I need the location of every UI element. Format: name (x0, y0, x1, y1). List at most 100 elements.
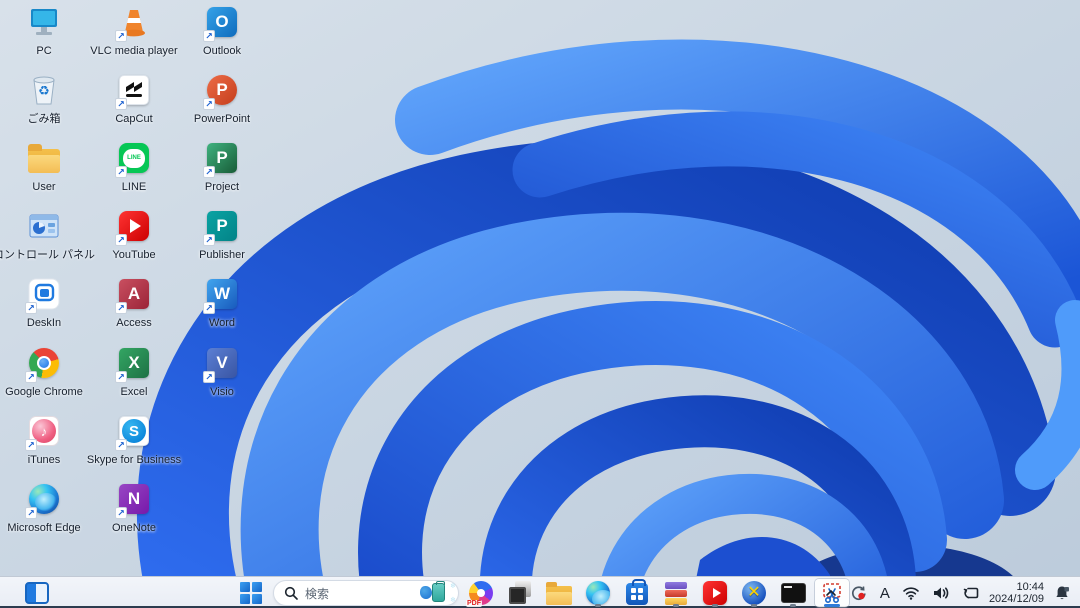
shortcut-arrow-icon: ↗ (203, 98, 215, 110)
desktop-icon-label: Word (208, 317, 236, 329)
desktop-icon-word[interactable]: W ↗ Word (167, 274, 277, 330)
onenote-icon: N ↗ (114, 479, 154, 519)
suitcase-icon (432, 581, 445, 602)
shortcut-arrow-icon: ↗ (25, 371, 37, 383)
shortcut-arrow-icon: ↗ (25, 507, 37, 519)
desktop-icon-onenote[interactable]: N ↗ OneNote (79, 479, 189, 535)
taskbar-app-x-server[interactable]: ✕ (737, 579, 771, 607)
shortcut-arrow-icon: ↗ (115, 234, 127, 246)
control-panel-icon (24, 206, 64, 246)
chevron-up-icon (826, 589, 836, 596)
edge-icon (586, 581, 610, 605)
search-icon (284, 586, 298, 600)
desktop-icon-label: Publisher (199, 249, 245, 261)
shortcut-arrow-icon: ↗ (203, 371, 215, 383)
running-indicator (751, 604, 757, 607)
taskbar-app-terminal[interactable] (776, 579, 810, 607)
desktop-icon-powerpoint[interactable]: P ↗ PowerPoint (167, 70, 277, 126)
taskbar-app-microsoft-store[interactable] (620, 579, 654, 607)
windows-logo-icon (240, 582, 262, 604)
taskbar-app-youtube[interactable] (698, 579, 732, 607)
desktop-icon-outlook[interactable]: O ↗ Outlook (167, 2, 277, 58)
youtube-icon (703, 581, 727, 605)
running-indicator (790, 604, 796, 607)
snowflake-icon: ❄ (450, 583, 456, 590)
search-box[interactable]: 検索 ❄ ❄ (273, 580, 459, 606)
publisher-icon: P ↗ (202, 206, 242, 246)
itunes-icon: ♪ ↗ (24, 411, 64, 451)
tray-overflow-button[interactable] (821, 579, 841, 607)
desktop-icon-project[interactable]: P ↗ Project (167, 138, 277, 194)
system-tray: A 10:44 2024/12/09 (821, 577, 1074, 608)
svg-text:♻: ♻ (38, 83, 50, 98)
desktop-icon-label: Outlook (203, 45, 241, 57)
folder-icon (24, 138, 64, 178)
taskbar-app-file-explorer[interactable] (542, 579, 576, 607)
desktop: PC ♻ ごみ箱 User コントロール パネル ↗ DeskIn ↗ Goog… (0, 0, 1080, 608)
pc-icon (24, 2, 64, 42)
shortcut-arrow-icon: ↗ (115, 507, 127, 519)
clock-time: 10:44 (1016, 581, 1044, 593)
highlight-blob-icon (420, 586, 432, 599)
shortcut-arrow-icon: ↗ (203, 30, 215, 42)
shortcut-arrow-icon: ↗ (25, 439, 37, 451)
recycle-bin-icon: ♻ (24, 70, 64, 110)
widgets-icon (25, 581, 49, 604)
taskbar-app-pdf[interactable]: PDF (464, 579, 498, 607)
desktop-icon-skype-for-business[interactable]: S ↗ Skype for Business (79, 411, 189, 467)
word-icon: W ↗ (202, 274, 242, 314)
desktop-icon-label: PowerPoint (193, 113, 251, 125)
shortcut-arrow-icon: ↗ (115, 98, 127, 110)
restart-box-icon (963, 587, 979, 599)
network-button[interactable] (899, 579, 923, 607)
running-indicator (595, 604, 601, 607)
shortcut-arrow-icon: ↗ (115, 371, 127, 383)
excel-icon: X ↗ (114, 343, 154, 383)
sync-icon (851, 586, 866, 601)
shortcut-arrow-icon: ↗ (115, 302, 127, 314)
file-explorer-icon (546, 581, 572, 605)
terminal-icon (780, 583, 806, 603)
taskbar-app-edge[interactable] (581, 579, 615, 607)
running-indicator (712, 604, 718, 607)
desktop-icon-visio[interactable]: V ↗ Visio (167, 343, 277, 399)
shortcut-arrow-icon: ↗ (115, 439, 127, 451)
line-icon: LINE ↗ (114, 138, 154, 178)
access-icon: A ↗ (114, 274, 154, 314)
notification-center-button[interactable] (1050, 579, 1074, 607)
capcut-icon: ↗ (114, 70, 154, 110)
skype-icon: S ↗ (114, 411, 154, 451)
taskbar-app-photo-stack[interactable] (503, 579, 537, 607)
deskin-icon: ↗ (24, 274, 64, 314)
start-button[interactable] (234, 579, 268, 607)
photo-stack-icon (508, 581, 532, 605)
bell-icon (1056, 586, 1069, 600)
winrar-icon (665, 581, 687, 605)
x-app-icon: ✕ (742, 581, 766, 605)
clock-date: 2024/12/09 (988, 593, 1044, 605)
project-icon: P ↗ (202, 138, 242, 178)
taskbar: 検索 ❄ ❄ PDF ✕ A 10:44 2024/12/09 (0, 576, 1080, 608)
ime-mode-indicator[interactable]: A (877, 579, 893, 607)
speaker-icon (933, 587, 949, 599)
widgets-button[interactable] (18, 579, 56, 606)
youtube-icon: ↗ (114, 206, 154, 246)
taskbar-app-winrar[interactable] (659, 579, 693, 607)
desktop-icon-label: Skype for Business (86, 454, 182, 466)
shortcut-arrow-icon: ↗ (25, 302, 37, 314)
shortcut-arrow-icon: ↗ (203, 234, 215, 246)
search-highlight-image[interactable]: ❄ ❄ (420, 581, 456, 604)
chrome-icon: ↗ (24, 343, 64, 383)
tray-sync-status[interactable] (847, 579, 871, 607)
vlc-icon: ↗ (114, 2, 154, 42)
desktop-icon-label: OneNote (111, 522, 157, 534)
volume-button[interactable] (929, 579, 953, 607)
restart-pending-button[interactable] (959, 579, 983, 607)
visio-icon: V ↗ (202, 343, 242, 383)
desktop-icon-label: Project (204, 181, 240, 193)
desktop-icon-publisher[interactable]: P ↗ Publisher (167, 206, 277, 262)
shortcut-arrow-icon: ↗ (203, 166, 215, 178)
desktop-icon-label: Visio (210, 386, 234, 398)
clock[interactable]: 10:44 2024/12/09 (989, 581, 1044, 605)
microsoft-store-icon (626, 579, 648, 605)
